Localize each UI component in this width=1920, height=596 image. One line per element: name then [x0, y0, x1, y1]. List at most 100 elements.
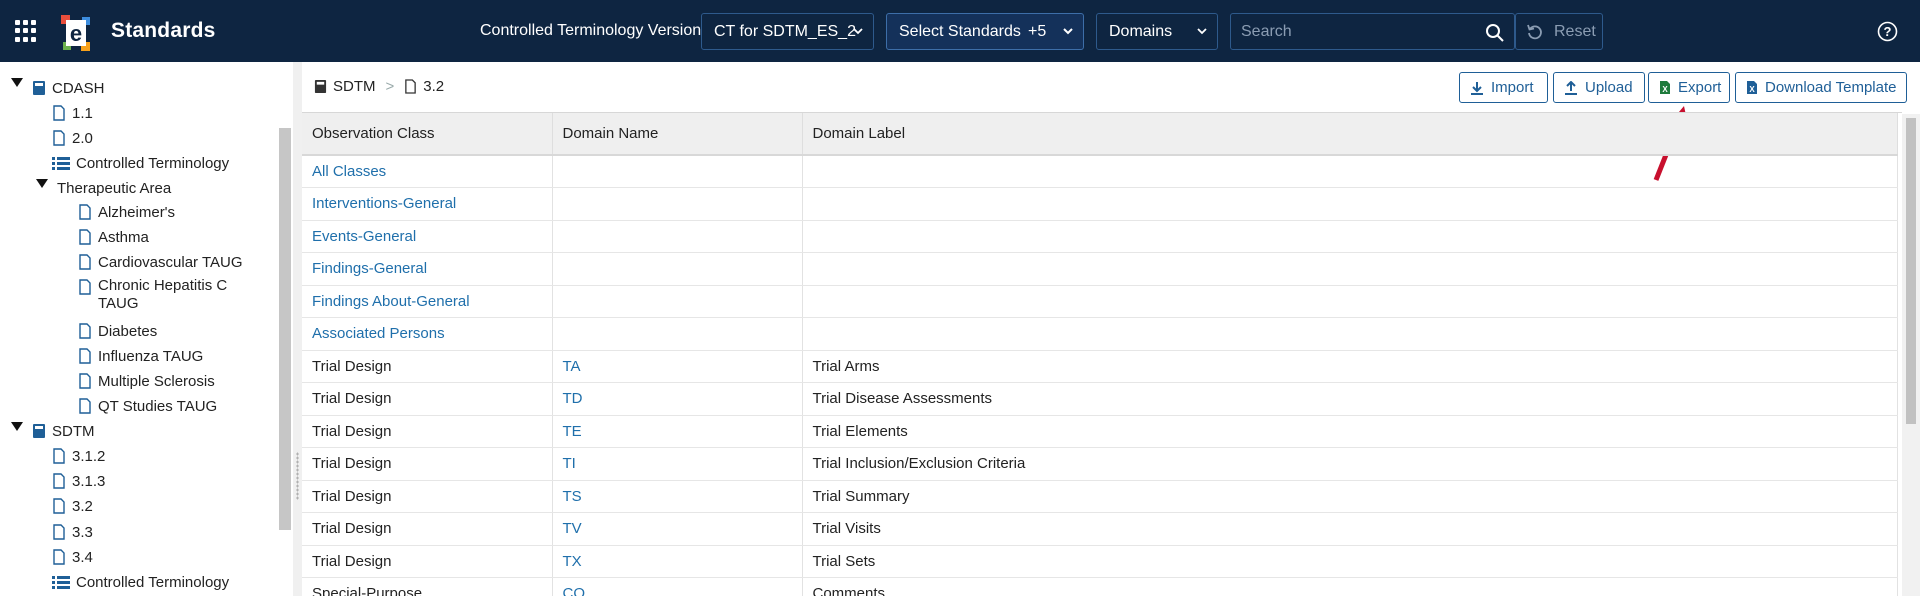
- domain-name-cell: [552, 155, 803, 188]
- tree-node-multiple-sclerosis[interactable]: Multiple Sclerosis: [78, 370, 215, 392]
- expand-toggle-icon[interactable]: [11, 78, 23, 87]
- domain-name-link[interactable]: TV: [552, 512, 803, 546]
- table-row: Trial Design TE Trial Elements: [302, 415, 1898, 448]
- download-template-button[interactable]: X Download Template: [1735, 72, 1907, 103]
- document-icon: [79, 348, 91, 364]
- table-header-row: Observation Class Domain Name Domain Lab…: [302, 113, 1898, 156]
- tree-node-alzheimers[interactable]: Alzheimer's: [78, 201, 175, 223]
- domain-name-link[interactable]: TE: [552, 415, 803, 448]
- expand-toggle-icon[interactable]: [11, 422, 23, 431]
- tree-node-label: Controlled Terminology: [76, 573, 230, 591]
- document-icon: [79, 254, 91, 270]
- apps-grid-icon[interactable]: [15, 20, 37, 42]
- tree-node-sdtm-3-2[interactable]: 3.2: [52, 495, 93, 517]
- domain-name-cell: [552, 187, 803, 221]
- domain-name-link[interactable]: TD: [552, 382, 803, 416]
- tree-node-sdtm-3-4[interactable]: 3.4: [52, 546, 93, 568]
- tree-node-diabetes[interactable]: Diabetes: [78, 320, 157, 342]
- observation-class-link[interactable]: All Classes: [302, 155, 553, 188]
- tree-node-cdash-ct[interactable]: Controlled Terminology: [52, 152, 229, 174]
- document-icon: [79, 279, 91, 295]
- observation-class-cell: Trial Design: [302, 382, 553, 416]
- domain-name-link[interactable]: TX: [552, 545, 803, 578]
- observation-class-link[interactable]: Interventions-General: [302, 187, 553, 221]
- domain-label-cell: [802, 317, 1898, 351]
- reset-icon: [1527, 24, 1542, 40]
- chevron-down-icon: [1063, 28, 1073, 35]
- standards-count-badge: +5: [1028, 23, 1047, 40]
- domains-select[interactable]: Domains: [1096, 13, 1218, 50]
- domain-label-cell: Trial Summary: [802, 480, 1898, 513]
- table-scrollbar[interactable]: [1902, 114, 1920, 596]
- app-title: Standards: [111, 19, 216, 42]
- domain-label-cell: Trial Visits: [802, 512, 1898, 546]
- table-row: Trial Design TD Trial Disease Assessments: [302, 382, 1898, 416]
- observation-class-link[interactable]: Associated Persons: [302, 317, 553, 351]
- observation-class-link[interactable]: Findings-General: [302, 252, 553, 286]
- domain-label-cell: [802, 285, 1898, 318]
- ct-version-select[interactable]: CT for SDTM_ES_2: [701, 13, 874, 50]
- breadcrumb-root[interactable]: SDTM: [333, 78, 376, 95]
- splitter-grip[interactable]: [296, 452, 299, 500]
- domains-label: Domains: [1109, 22, 1173, 40]
- import-button[interactable]: Import: [1459, 72, 1548, 103]
- svg-text:X: X: [1662, 85, 1668, 94]
- tree-node-sdtm-ct[interactable]: Controlled Terminology: [52, 571, 229, 593]
- tree-node-cdash-2-0[interactable]: 2.0: [52, 127, 93, 149]
- domain-name-link[interactable]: TI: [552, 447, 803, 481]
- book-icon: [33, 424, 45, 438]
- table-row: Trial Design TS Trial Summary: [302, 480, 1898, 513]
- tree-node-sdtm[interactable]: SDTM: [32, 420, 95, 442]
- panel-splitter[interactable]: [293, 62, 302, 596]
- tree-node-cdash-1-1[interactable]: 1.1: [52, 102, 93, 124]
- tree-node-label: Diabetes: [98, 322, 158, 340]
- tree-node-cdash[interactable]: CDASH: [32, 77, 105, 99]
- column-header-domain-label[interactable]: Domain Label: [802, 113, 1898, 156]
- observation-class-link[interactable]: Events-General: [302, 220, 553, 253]
- search-icon[interactable]: [1485, 23, 1505, 43]
- help-icon[interactable]: ?: [1877, 21, 1898, 42]
- tree-node-qt-studies[interactable]: QT Studies TAUG: [78, 395, 217, 417]
- domain-name-link[interactable]: CO: [552, 577, 803, 596]
- tree-node-cardiovascular[interactable]: Cardiovascular TAUG: [78, 251, 243, 273]
- tree-node-sdtm-3-3[interactable]: 3.3: [52, 521, 93, 543]
- domain-label-cell: [802, 155, 1898, 188]
- excel-file-icon: X: [1660, 81, 1670, 94]
- upload-button[interactable]: Upload: [1553, 72, 1645, 103]
- scrollbar-thumb[interactable]: [1906, 118, 1916, 424]
- select-standards-dropdown[interactable]: Select Standards +5: [886, 13, 1084, 50]
- export-label: Export: [1678, 79, 1722, 96]
- tree-node-hepatitis-c[interactable]: Chronic Hepatitis C TAUG: [78, 277, 238, 317]
- domain-label-cell: [802, 252, 1898, 286]
- chevron-down-icon: [853, 28, 863, 35]
- domain-name-link[interactable]: TA: [552, 350, 803, 383]
- column-header-observation-class[interactable]: Observation Class: [302, 113, 553, 156]
- table-row: Trial Design TV Trial Visits: [302, 512, 1898, 546]
- import-label: Import: [1491, 79, 1534, 96]
- tree-node-sdtm-3-1-2[interactable]: 3.1.2: [52, 445, 105, 467]
- document-icon: [79, 229, 91, 245]
- domain-label-cell: [802, 220, 1898, 253]
- upload-label: Upload: [1585, 79, 1633, 96]
- tree-node-sdtm-3-1-3[interactable]: 3.1.3: [52, 470, 105, 492]
- reset-button[interactable]: Reset: [1515, 13, 1603, 50]
- domain-name-link[interactable]: TS: [552, 480, 803, 513]
- column-header-domain-name[interactable]: Domain Name: [552, 113, 803, 156]
- tree-node-asthma[interactable]: Asthma: [78, 226, 149, 248]
- tree-node-therapeutic-area[interactable]: Therapeutic Area: [51, 177, 171, 199]
- document-icon: [53, 105, 65, 121]
- observation-class-cell: Trial Design: [302, 512, 553, 546]
- tree-node-influenza[interactable]: Influenza TAUG: [78, 345, 203, 367]
- tree-node-label: Controlled Terminology: [76, 154, 230, 172]
- observation-class-link[interactable]: Findings About-General: [302, 285, 553, 318]
- tree-node-label: Asthma: [98, 228, 149, 246]
- tree-node-label: 3.3: [72, 523, 93, 541]
- sidebar-scrollbar[interactable]: [279, 128, 291, 530]
- expand-toggle-icon[interactable]: [36, 179, 48, 188]
- search-input[interactable]: [1231, 14, 1471, 49]
- book-icon: [314, 80, 327, 93]
- svg-text:X: X: [1749, 85, 1755, 94]
- breadcrumb-current: 3.2: [423, 78, 445, 95]
- domain-label-cell: Trial Inclusion/Exclusion Criteria: [802, 447, 1898, 481]
- export-button[interactable]: X Export: [1648, 72, 1730, 103]
